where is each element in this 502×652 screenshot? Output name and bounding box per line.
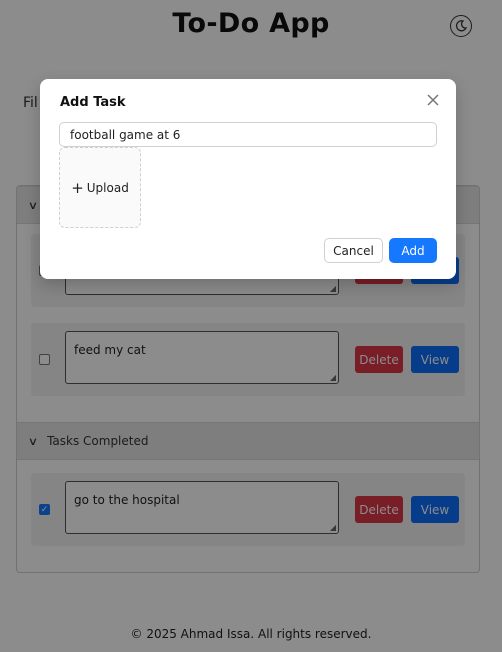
modal-title: Add Task [60,95,126,110]
close-icon[interactable] [426,93,440,107]
add-task-modal: Add Task + Upload Cancel Add [40,79,456,279]
upload-button[interactable]: + Upload [59,147,141,228]
add-button[interactable]: Add [389,238,437,263]
cancel-button[interactable]: Cancel [324,238,383,263]
upload-label: Upload [86,180,129,195]
task-title-input[interactable] [59,122,437,147]
plus-icon: + [71,178,84,197]
